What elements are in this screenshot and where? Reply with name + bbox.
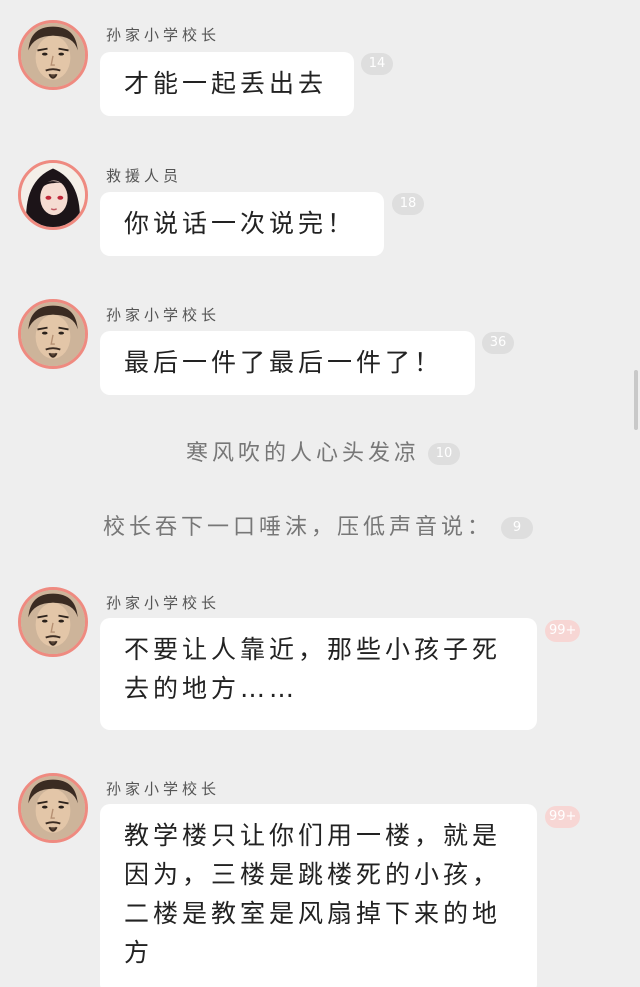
scrollbar[interactable] [634,370,638,430]
narration-line: 寒风吹的人心头发凉 10 [186,439,461,469]
rescuer-avatar-icon[interactable] [18,160,88,230]
comment-count-badge[interactable]: 10 [428,443,461,465]
principal-avatar-icon[interactable] [18,20,88,90]
message-bubble[interactable]: 才能一起丢出去 [100,52,354,116]
comment-count-badge[interactable]: 36 [482,332,514,354]
comment-count-badge[interactable]: 99+ [545,620,581,642]
principal-avatar-icon[interactable] [18,587,88,657]
chat-screen: 孙家小学校长 才能一起丢出去 14 救援人员 你说话一次说完！ 18 孙家小学校… [0,0,640,987]
message-bubble[interactable]: 你说话一次说完！ [100,192,384,256]
message-bubble[interactable]: 不要让人靠近，那些小孩子死去的地方…… [100,618,537,730]
principal-avatar-icon[interactable] [18,773,88,843]
speaker-name: 孙家小学校长 [106,594,221,612]
speaker-name: 救援人员 [106,167,183,185]
speaker-name: 孙家小学校长 [106,780,221,798]
principal-avatar-icon[interactable] [18,299,88,369]
comment-count-badge[interactable]: 99+ [545,806,581,828]
narration-text: 寒风吹的人心头发凉 [186,441,421,466]
narration-text: 校长吞下一口唾沫，压低声音说： [103,515,494,540]
speaker-name: 孙家小学校长 [106,306,221,324]
message-bubble[interactable]: 最后一件了最后一件了！ [100,331,475,395]
comment-count-badge[interactable]: 14 [361,53,393,75]
comment-count-badge[interactable]: 18 [392,193,424,215]
narration-line: 校长吞下一口唾沫，压低声音说： 9 [103,513,534,543]
speaker-name: 孙家小学校长 [106,26,221,44]
comment-count-badge[interactable]: 9 [501,517,534,539]
message-bubble[interactable]: 教学楼只让你们用一楼，就是因为，三楼是跳楼死的小孩，二楼是教室是风扇掉下来的地方 [100,804,537,987]
